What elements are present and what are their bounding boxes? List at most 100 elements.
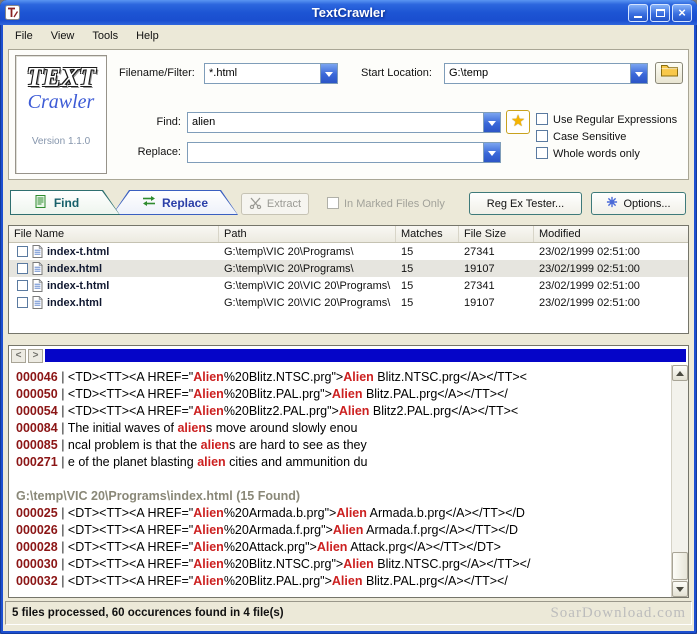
next-match-button[interactable]: > (28, 349, 43, 363)
filename-filter-value[interactable]: *.html (205, 64, 320, 83)
results-lines: 000046 | <TD><TT><A HREF="Alien%20Blitz.… (9, 365, 671, 597)
file-checkbox[interactable] (17, 280, 28, 291)
extract-button[interactable]: Extract (241, 193, 309, 215)
browse-folder-button[interactable] (655, 62, 683, 84)
checkbox-use-regex[interactable]: Use Regular Expressions (536, 113, 677, 126)
checkbox-icon[interactable] (536, 147, 548, 159)
checkbox-whole-words[interactable]: Whole words only (536, 147, 640, 160)
checkbox-icon[interactable] (327, 197, 339, 209)
replace-button[interactable]: Replace (112, 190, 238, 215)
file-path: G:\temp\VIC 20\VIC 20\Programs\ (219, 280, 396, 292)
maximize-button[interactable] (650, 4, 670, 22)
result-line: 000026 | <DT><TT><A HREF="Alien%20Armada… (16, 522, 671, 539)
find-files-icon (35, 195, 48, 211)
titlebar: TextCrawler (0, 0, 697, 25)
file-size: 19107 (459, 263, 534, 275)
regex-tester-button[interactable]: Reg Ex Tester... (469, 192, 582, 215)
chevron-down-icon[interactable] (630, 64, 647, 83)
menu-file[interactable]: File (6, 26, 42, 46)
filename-filter-combo[interactable]: *.html (204, 63, 338, 84)
column-header-file-size[interactable]: File Size (459, 226, 534, 242)
file-name: index.html (47, 263, 102, 275)
options-button-label: Options... (623, 198, 670, 210)
file-row[interactable]: index-t.htmlG:\temp\VIC 20\Programs\1527… (9, 243, 688, 260)
replace-value[interactable] (188, 143, 483, 162)
window-title: TextCrawler (0, 5, 697, 20)
checkbox-icon[interactable] (536, 113, 548, 125)
close-button[interactable] (672, 4, 692, 22)
column-header-modified[interactable]: Modified (534, 226, 686, 242)
file-checkbox[interactable] (17, 297, 28, 308)
logo-script: Crawler (16, 91, 106, 114)
result-file-header: G:\temp\VIC 20\Programs\index.html (15 F… (16, 488, 671, 505)
star-icon: ★ (511, 114, 525, 130)
file-checkbox[interactable] (17, 246, 28, 257)
minimize-button[interactable] (628, 4, 648, 22)
column-header-file-name[interactable]: File Name (9, 226, 219, 242)
window-body: File View Tools Help TEXT Crawler Versio… (3, 25, 694, 631)
status-text: 5 files processed, 60 occurences found i… (12, 607, 284, 619)
file-path: G:\temp\VIC 20\VIC 20\Programs\ (219, 297, 396, 309)
column-header-path[interactable]: Path (219, 226, 396, 242)
favorites-button[interactable]: ★ (506, 110, 530, 134)
file-checkbox[interactable] (17, 263, 28, 274)
search-panel: TEXT Crawler Version 1.1.0 Filename/Filt… (8, 49, 689, 180)
result-line: 000030 | <DT><TT><A HREF="Alien%20Blitz.… (16, 556, 671, 573)
replace-label: Replace: (129, 146, 181, 158)
start-location-combo[interactable]: G:\temp (444, 63, 648, 84)
scrollbar-thumb[interactable] (672, 552, 688, 580)
file-icon (32, 296, 43, 309)
file-row[interactable]: index-t.html G:\temp\VIC 20\VIC 20\Progra… (9, 277, 688, 294)
file-table-body: index-t.html G:\temp\VIC 20\Programs\1527… (9, 243, 688, 311)
checkbox-case-sensitive[interactable]: Case Sensitive (536, 130, 626, 143)
start-location-value[interactable]: G:\temp (445, 64, 630, 83)
chevron-down-icon[interactable] (483, 113, 500, 132)
chevron-down-icon[interactable] (320, 64, 337, 83)
prev-match-button[interactable]: < (11, 349, 26, 363)
find-button-label: Find (54, 196, 79, 210)
scroll-down-icon[interactable] (672, 581, 688, 597)
file-name: index-t.html (47, 246, 109, 258)
checkbox-icon[interactable] (536, 130, 548, 142)
find-combo[interactable]: alien (187, 112, 501, 133)
file-row[interactable]: index.html G:\temp\VIC 20\Programs\151910… (9, 260, 688, 277)
file-path: G:\temp\VIC 20\Programs\ (219, 263, 396, 275)
results-pane: < > 000046 | <TD><TT><A HREF="Alien%20Bl… (8, 345, 689, 598)
extract-button-label: Extract (267, 198, 301, 210)
app-logo: TEXT Crawler Version 1.1.0 (15, 55, 107, 174)
options-button[interactable]: Options... (591, 192, 686, 215)
file-list-header: File Name Path Matches File Size Modifie… (9, 226, 688, 243)
file-modified: 23/02/1999 02:51:00 (534, 297, 686, 309)
results-scrollbar[interactable] (671, 365, 688, 597)
result-line: 000084 | The initial waves of aliens mov… (16, 420, 671, 437)
result-line: 000025 | <DT><TT><A HREF="Alien%20Armada… (16, 505, 671, 522)
result-line: 000085 | ncal problem is that the aliens… (16, 437, 671, 454)
file-icon (32, 279, 43, 292)
find-value[interactable]: alien (188, 113, 483, 132)
minimize-icon (634, 16, 642, 18)
replace-combo[interactable] (187, 142, 501, 163)
scroll-up-icon[interactable] (672, 365, 688, 381)
file-path: G:\temp\VIC 20\Programs\ (219, 246, 396, 258)
replace-button-label: Replace (162, 196, 208, 210)
watermark: SoarDownload.com (550, 605, 686, 622)
app-window: TextCrawler File View Tools Help TEXT Cr… (0, 0, 697, 634)
maximize-icon (656, 9, 665, 17)
column-header-matches[interactable]: Matches (396, 226, 459, 242)
results-navbar: < > (9, 346, 688, 364)
menu-help[interactable]: Help (127, 26, 168, 46)
file-size: 27341 (459, 280, 534, 292)
menu-tools[interactable]: Tools (83, 26, 127, 46)
file-icon (32, 262, 43, 275)
menu-view[interactable]: View (42, 26, 84, 46)
file-name: index.html (47, 297, 102, 309)
file-matches: 15 (396, 263, 459, 275)
chevron-down-icon[interactable] (483, 143, 500, 162)
gear-icon (606, 196, 618, 211)
find-button[interactable]: Find (10, 190, 120, 215)
file-row[interactable]: index.html G:\temp\VIC 20\VIC 20\Programs… (9, 294, 688, 311)
file-modified: 23/02/1999 02:51:00 (534, 246, 686, 258)
checkbox-marked-files-only[interactable]: In Marked Files Only (327, 197, 445, 210)
file-list: File Name Path Matches File Size Modifie… (8, 225, 689, 334)
file-name: index-t.html (47, 280, 109, 292)
